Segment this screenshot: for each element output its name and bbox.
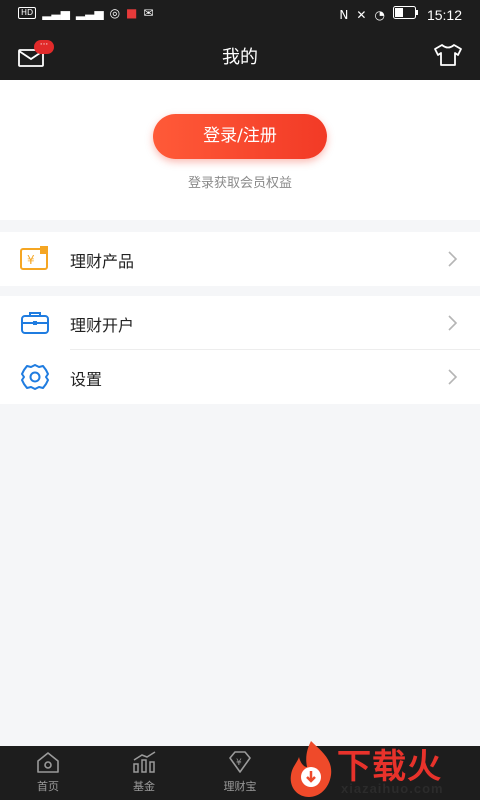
nav-label-licaibao: 理财宝 bbox=[223, 780, 257, 793]
nav-tab-licaibao[interactable]: ¥ 理财宝 bbox=[205, 750, 275, 794]
menu-item-settings[interactable]: 设置 bbox=[0, 350, 480, 404]
watermark-url: xiazaihuo.com bbox=[341, 781, 444, 796]
svg-text:¥: ¥ bbox=[236, 758, 242, 768]
nav-label-home: 首页 bbox=[37, 780, 59, 793]
hd-chip: HD bbox=[18, 7, 37, 19]
gear-icon bbox=[21, 364, 49, 390]
tshirt-icon bbox=[434, 44, 462, 66]
watermark: 下载火 xiazaihuo.com bbox=[283, 737, 480, 800]
mute-icon: ✕ bbox=[356, 7, 367, 22]
briefcase-icon bbox=[21, 312, 49, 334]
wifi-icon: ◎ bbox=[109, 6, 121, 20]
skin-button[interactable] bbox=[432, 43, 464, 69]
svg-text:¥: ¥ bbox=[27, 253, 35, 267]
nfc-icon: N bbox=[339, 7, 349, 22]
chevron-right-icon bbox=[448, 251, 458, 267]
menu-item-products[interactable]: ¥ 理财产品 bbox=[0, 232, 480, 286]
login-card: 登录/注册 登录获取会员权益 bbox=[0, 80, 480, 220]
menu-group-products: ¥ 理财产品 bbox=[0, 232, 480, 286]
battery-icon bbox=[392, 6, 419, 23]
notification-icon: ■ bbox=[126, 6, 138, 20]
status-left: HD ▂▃▅ ▂▃▅ ◎ ■ ✉ bbox=[18, 6, 153, 20]
menu-label-open-account: 理财开户 bbox=[70, 316, 135, 335]
signal-icon-2: ▂▃▅ bbox=[75, 6, 104, 20]
nav-tab-fund[interactable]: 基金 bbox=[109, 750, 179, 794]
chevron-right-icon bbox=[448, 369, 458, 385]
diamond-yuan-icon: ¥ bbox=[229, 751, 251, 773]
chevron-right-icon bbox=[448, 315, 458, 331]
login-register-button[interactable]: 登录/注册 bbox=[153, 114, 327, 159]
menu-label-products: 理财产品 bbox=[70, 252, 135, 271]
chart-icon bbox=[133, 751, 156, 773]
page-title: 我的 bbox=[222, 47, 258, 68]
clock: 15:12 bbox=[426, 6, 462, 23]
flame-logo-icon bbox=[290, 741, 332, 797]
top-header: ··· 我的 bbox=[0, 30, 480, 80]
wechat-icon: ✉ bbox=[143, 6, 154, 20]
login-subtitle: 登录获取会员权益 bbox=[187, 176, 292, 191]
status-bar: HD ▂▃▅ ▂▃▅ ◎ ■ ✉ N ✕ ◔ 15:12 bbox=[0, 0, 480, 30]
yuan-card-icon: ¥ bbox=[20, 246, 48, 270]
signal-icon: ▂▃▅ bbox=[42, 6, 70, 20]
menu-item-open-account[interactable]: 理财开户 bbox=[0, 296, 480, 350]
menu-group-account: 理财开户 设置 bbox=[0, 296, 480, 404]
nav-tab-home[interactable]: 首页 bbox=[13, 750, 83, 794]
home-icon bbox=[37, 752, 59, 773]
status-right: N ✕ ◔ 15:12 bbox=[339, 6, 462, 23]
speed-icon: ◔ bbox=[374, 7, 385, 22]
menu-label-settings: 设置 bbox=[70, 370, 103, 389]
nav-label-fund: 基金 bbox=[133, 780, 155, 793]
